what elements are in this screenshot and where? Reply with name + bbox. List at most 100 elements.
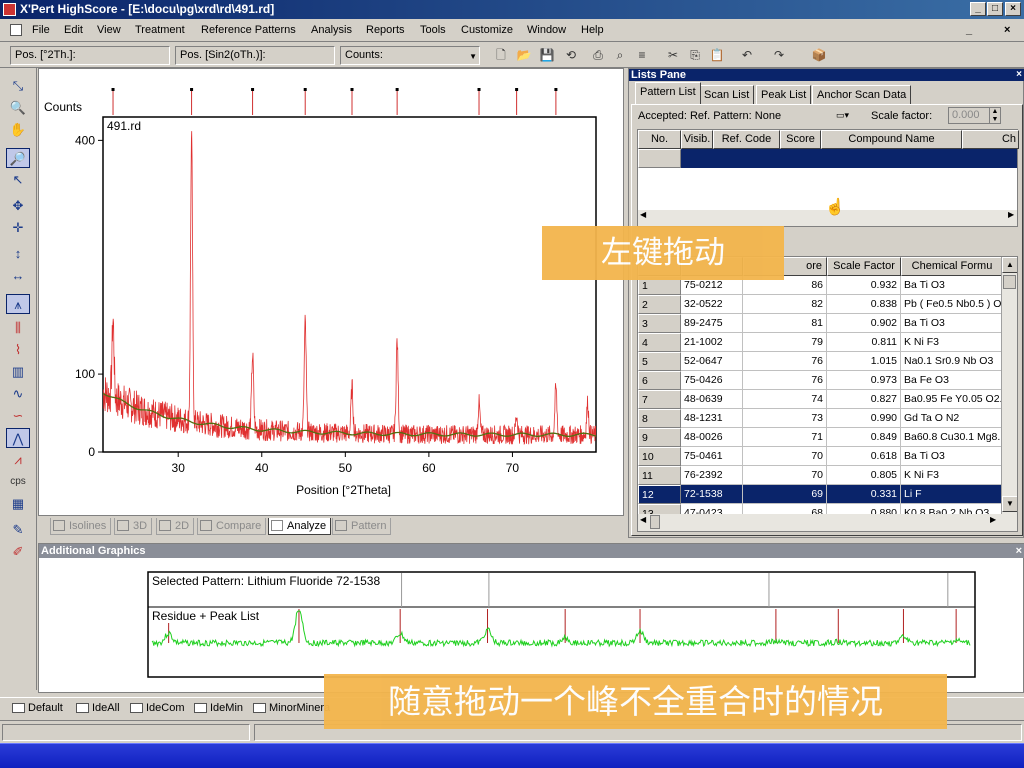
menu-window[interactable]: Window bbox=[527, 24, 566, 36]
print-icon[interactable]: ⎙ bbox=[589, 47, 607, 64]
menu-edit[interactable]: Edit bbox=[64, 24, 83, 36]
package-icon[interactable]: 📦 bbox=[810, 47, 828, 64]
header-compound-name[interactable]: Compound Name bbox=[821, 130, 962, 149]
menu-file[interactable]: File bbox=[32, 24, 50, 36]
eraser-icon[interactable]: ✐ bbox=[6, 542, 30, 562]
tab-3d[interactable]: 3D bbox=[114, 518, 153, 535]
menu-treatment[interactable]: Treatment bbox=[135, 24, 185, 36]
layout-icon[interactable]: ▦ bbox=[6, 494, 30, 514]
difference-icon[interactable]: ∽ bbox=[6, 406, 30, 426]
new-file-icon[interactable]: 🗋 bbox=[492, 47, 510, 64]
header-chemical[interactable]: Ch bbox=[962, 130, 1019, 149]
close-button[interactable]: × bbox=[1005, 2, 1021, 16]
analyze-view-icon[interactable]: ⩚ bbox=[6, 294, 30, 314]
menu-analysis[interactable]: Analysis bbox=[311, 24, 352, 36]
cut-icon[interactable]: ✂ bbox=[664, 47, 682, 64]
import-icon[interactable]: ⟲ bbox=[562, 47, 580, 64]
table-row[interactable]: 11 76-2392 70 0.805 K Ni F3 bbox=[638, 466, 1003, 485]
pointer-icon[interactable]: ↖ bbox=[6, 170, 30, 190]
move-cross-icon[interactable]: ✥ bbox=[6, 196, 30, 216]
tab-scan-list[interactable]: Scan List bbox=[699, 85, 755, 104]
table-row[interactable]: 8 48-1231 73 0.990 Gd Ta O N2 bbox=[638, 409, 1003, 428]
menu-reports[interactable]: Reports bbox=[366, 24, 405, 36]
scroll-left-icon[interactable]: ◀ bbox=[640, 515, 646, 524]
peak-bars-icon[interactable]: ⫼ bbox=[6, 318, 30, 338]
profile-icon[interactable]: ⌇ bbox=[6, 340, 30, 360]
crosshair-icon[interactable]: ✛ bbox=[6, 218, 30, 238]
y-axis-icon[interactable]: ↕ bbox=[6, 244, 30, 264]
table-row[interactable]: 10 75-0461 70 0.618 Ba Ti O3 bbox=[638, 447, 1003, 466]
pan-hand-icon[interactable]: ✋ bbox=[6, 120, 30, 140]
print-preview-icon[interactable]: ⌕ bbox=[611, 47, 629, 64]
minimize-button[interactable]: _ bbox=[970, 2, 986, 16]
mdi-minimize-button[interactable]: _ bbox=[966, 24, 972, 36]
close-icon[interactable]: × bbox=[1016, 69, 1022, 81]
pen-icon[interactable]: ✎ bbox=[6, 520, 30, 540]
tab-ideall[interactable]: IdeAll bbox=[74, 702, 120, 714]
tab-idemin[interactable]: IdeMin bbox=[192, 702, 243, 714]
scroll-down-icon[interactable]: ▼ bbox=[1002, 496, 1017, 512]
scroll-right-icon[interactable]: ▶ bbox=[990, 515, 996, 524]
redo-icon[interactable]: ↷ bbox=[770, 47, 788, 64]
tab-isolines[interactable]: Isolines bbox=[50, 518, 112, 535]
scale-factor-input[interactable]: 0.000 bbox=[948, 107, 990, 124]
scroll-thumb-h[interactable] bbox=[650, 515, 660, 529]
candidate-patterns-grid[interactable]: ore Scale Factor Chemical Formu 1 75-0212… bbox=[637, 256, 1018, 532]
table-row[interactable]: 13 47-0423 68 0.880 K0.8 Ba0.2 Nb O3 bbox=[638, 504, 1003, 514]
scroll-left-icon[interactable]: ◀ bbox=[640, 210, 646, 219]
undo-icon[interactable]: ↶ bbox=[738, 47, 756, 64]
zoom-out-icon[interactable]: 🔍 bbox=[6, 98, 30, 118]
tab-idecom[interactable]: IdeCom bbox=[128, 702, 185, 714]
tab-default[interactable]: Default bbox=[10, 702, 63, 714]
table-row[interactable]: 5 52-0647 76 1.015 Na0.1 Sr0.9 Nb O3 bbox=[638, 352, 1003, 371]
scroll-right-icon[interactable]: ▶ bbox=[1008, 210, 1014, 219]
x-axis-icon[interactable]: ↔ bbox=[6, 266, 30, 286]
mdi-close-button[interactable]: × bbox=[1004, 24, 1010, 36]
chart-pane[interactable]: 30 40 50 60 70 0 100 400 Counts Position [°2Theta… bbox=[38, 68, 624, 516]
header-no[interactable]: No. bbox=[638, 130, 681, 149]
page-setup-icon[interactable]: ≡ bbox=[633, 47, 651, 64]
table-row[interactable]: 4 21-1002 79 0.811 K Ni F3 bbox=[638, 333, 1003, 352]
tab-peak-list[interactable]: Peak List bbox=[756, 85, 812, 104]
bar-chart-icon[interactable]: ▥ bbox=[6, 362, 30, 382]
tab-anchor-scan-data[interactable]: Anchor Scan Data bbox=[812, 85, 912, 104]
scale-spinner-icon[interactable]: ▲ ▼ bbox=[989, 107, 1001, 124]
zoom-tool-icon[interactable]: 🔎 bbox=[6, 148, 30, 168]
pattern-dropdown-icon[interactable]: ▭▾ bbox=[836, 110, 849, 121]
tab-pattern-list[interactable]: Pattern List bbox=[635, 82, 701, 104]
header-ref-code[interactable]: Ref. Code bbox=[713, 130, 780, 149]
header-scale-factor[interactable]: Scale Factor bbox=[827, 257, 901, 276]
header-visib[interactable]: Visib. bbox=[681, 130, 713, 149]
tab-analyze[interactable]: Analyze bbox=[268, 518, 332, 535]
table-row[interactable]: 2 32-0522 82 0.838 Pb ( Fe0.5 Nb0.5 ) O bbox=[638, 295, 1003, 314]
scroll-thumb[interactable] bbox=[1003, 275, 1016, 289]
diffraction-chart[interactable]: 30 40 50 60 70 0 100 400 Counts Position [°2Theta… bbox=[39, 69, 623, 515]
scroll-up-icon[interactable]: ▲ bbox=[1002, 257, 1017, 273]
table-row[interactable]: 9 48-0026 71 0.849 Ba60.8 Cu30.1 Mg8. bbox=[638, 428, 1003, 447]
cps-label[interactable]: cps bbox=[6, 472, 30, 492]
copy-icon[interactable]: ⎘ bbox=[686, 47, 704, 64]
menu-reference-patterns[interactable]: Reference Patterns bbox=[201, 24, 296, 36]
tab-minorminera[interactable]: MinorMinera bbox=[251, 702, 330, 714]
vertical-scrollbar[interactable]: ▲ ▼ bbox=[1001, 257, 1017, 514]
restore-button[interactable]: □ bbox=[987, 2, 1003, 16]
empty-selected-row[interactable] bbox=[681, 149, 1017, 168]
table-row[interactable]: 12 72-1538 69 0.331 Li F bbox=[638, 485, 1003, 504]
save-icon[interactable]: 💾 bbox=[538, 47, 556, 64]
horizontal-scrollbar-2[interactable] bbox=[638, 514, 1017, 531]
close-icon[interactable]: × bbox=[1016, 544, 1022, 558]
menu-tools[interactable]: Tools bbox=[420, 24, 446, 36]
table-row[interactable]: 7 48-0639 74 0.827 Ba0.95 Fe Y0.05 O2. bbox=[638, 390, 1003, 409]
scan-icon[interactable]: ⩘ bbox=[6, 450, 30, 470]
paste-icon[interactable]: 📋 bbox=[708, 47, 726, 64]
smooth-line-icon[interactable]: ∿ bbox=[6, 384, 30, 404]
tab-compare[interactable]: Compare bbox=[197, 518, 267, 535]
zoom-fit-icon[interactable]: ⤡ bbox=[6, 76, 30, 96]
menu-view[interactable]: View bbox=[97, 24, 121, 36]
menu-help[interactable]: Help bbox=[581, 24, 604, 36]
table-row[interactable]: 3 89-2475 81 0.902 Ba Ti O3 bbox=[638, 314, 1003, 333]
tab-2d[interactable]: 2D bbox=[156, 518, 195, 535]
menu-customize[interactable]: Customize bbox=[461, 24, 513, 36]
header-chemical-formula[interactable]: Chemical Formu bbox=[901, 257, 1003, 276]
tab-pattern[interactable]: Pattern bbox=[332, 518, 392, 535]
